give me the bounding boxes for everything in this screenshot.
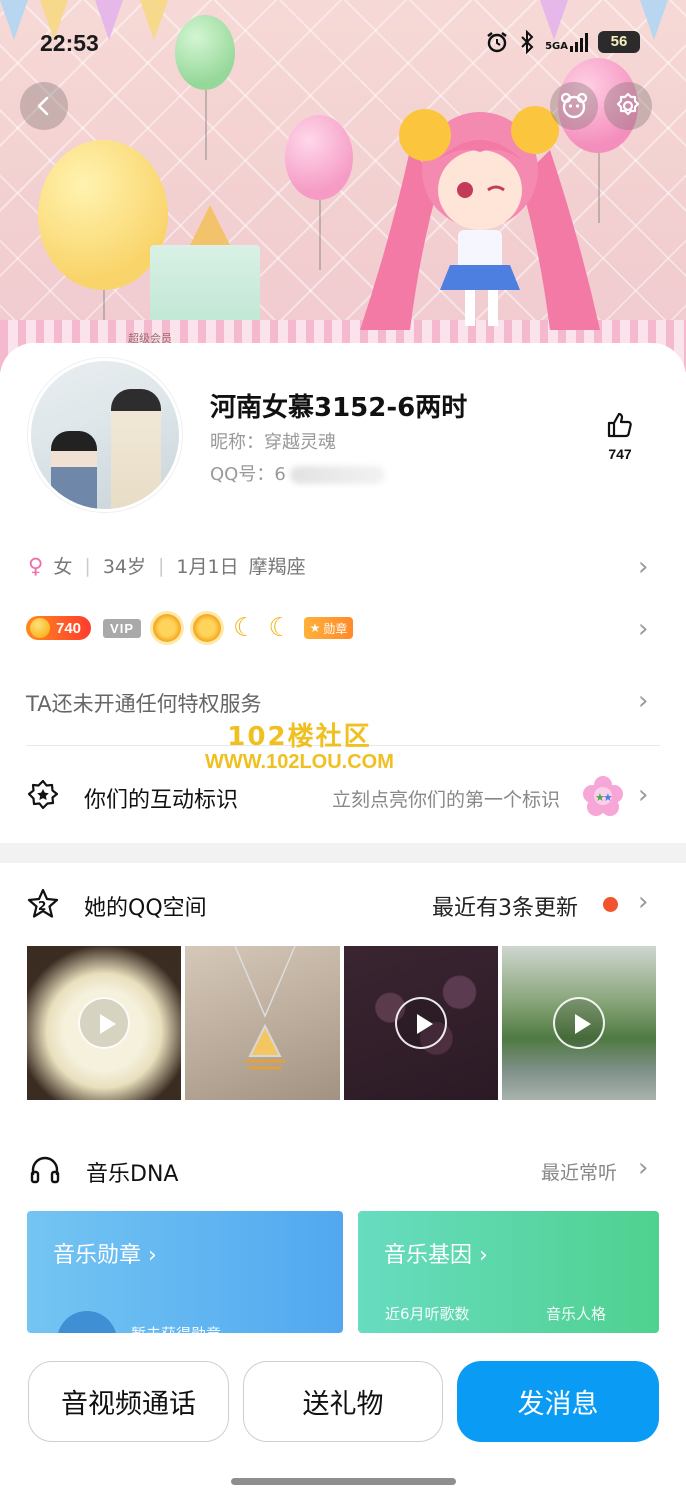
thumbs-up-icon [607, 412, 632, 438]
qzone-star-icon: 2 [27, 888, 59, 918]
music-badge-card[interactable]: 音乐勋章 › 暂未获得勋章 [27, 1211, 343, 1333]
sun-icon [153, 614, 181, 642]
age-text: 34岁 [102, 556, 146, 578]
balloon-decoration [285, 115, 353, 270]
music-recent[interactable]: 最近常听 [541, 1158, 617, 1185]
moon-icon: ☾ [268, 613, 292, 643]
chevron-right-icon[interactable]: › [638, 780, 648, 810]
play-icon [552, 997, 605, 1049]
like-count: 747 [608, 446, 632, 462]
balloon-decoration [38, 140, 168, 360]
pet-icon [560, 92, 588, 119]
nickname-line: 昵称：穿越灵魂 [210, 428, 336, 454]
update-dot [603, 897, 618, 912]
play-icon [78, 997, 131, 1049]
pet-button[interactable] [550, 82, 598, 130]
medal-badge: ★ 勋章 [303, 617, 354, 639]
avatar[interactable] [28, 358, 182, 512]
qq-value: 6 [274, 464, 286, 485]
music-gene-card[interactable]: 音乐基因 › 近6月听歌数 音乐人格 [358, 1211, 659, 1333]
flower-icon: ★★ [583, 776, 623, 816]
house-decoration [150, 205, 260, 330]
battery-icon: 56 [598, 31, 640, 53]
status-time: 22:53 [40, 30, 99, 56]
chevron-right-icon[interactable]: › [638, 614, 648, 644]
qzone-thumbnail[interactable] [27, 946, 182, 1100]
play-icon [394, 997, 447, 1049]
video-call-button[interactable]: 音视频通话 [28, 1361, 229, 1442]
music-title[interactable]: 音乐DNA [86, 1156, 178, 1188]
section-separator [0, 843, 686, 863]
vip-badge: VIP [103, 618, 141, 638]
gender-text: 女 [53, 556, 73, 578]
star-icon: ★ [309, 621, 321, 635]
separator: | [158, 554, 165, 577]
badge-star-icon [27, 779, 59, 810]
level-badge: 740 [26, 616, 92, 640]
qzone-thumbnails [27, 946, 656, 1100]
status-bar: 22:53 5GA 56 [0, 0, 686, 88]
zodiac-text: 摩羯座 [248, 556, 306, 578]
badges-row[interactable]: 740 VIP ☾ ☾ ★ 勋章 [26, 613, 354, 643]
send-message-button[interactable]: 发消息 [457, 1361, 659, 1442]
avatar-figure [111, 389, 161, 509]
music-gene-title: 音乐基因 › [384, 1243, 488, 1268]
site-watermark: 102楼社区 WWW.102LOU.COM [205, 724, 394, 772]
status-icons: 5GA 56 [485, 30, 640, 54]
like-button[interactable]: 747 [600, 410, 640, 462]
nickname-value: 穿越灵魂 [264, 432, 336, 453]
qzone-thumbnail[interactable] [185, 946, 340, 1100]
separator: | [84, 554, 91, 577]
qq-redaction [289, 466, 385, 484]
qq-label: QQ号： [210, 464, 275, 485]
back-icon [37, 96, 49, 116]
gear-icon [616, 92, 640, 116]
watermark-url: WWW.102LOU.COM [205, 751, 394, 773]
svg-text:★: ★ [603, 791, 613, 804]
chevron-right-icon[interactable]: › [638, 686, 648, 716]
chevron-right-icon[interactable]: › [638, 552, 648, 582]
qzone-updates[interactable]: 最近有3条更新 [432, 890, 578, 922]
medal-label: 勋章 [323, 621, 348, 636]
music-gene-stat: 近6月听歌数 [385, 1305, 470, 1323]
birthday-text: 1月1日 [176, 556, 239, 578]
avatar-figure [51, 431, 97, 509]
chevron-right-icon[interactable]: › [638, 887, 648, 917]
medal-star-icon [57, 1311, 117, 1333]
back-button[interactable] [20, 82, 68, 130]
chevron-right-icon[interactable]: › [638, 1153, 648, 1183]
music-gene-stat: 音乐人格 [546, 1305, 607, 1323]
level-value: 740 [56, 619, 82, 637]
basic-info-row[interactable]: ♀ 女 | 34岁 | 1月1日 摩羯座 [28, 552, 306, 579]
bluetooth-icon [521, 30, 534, 54]
svg-text:2: 2 [38, 899, 46, 913]
female-icon: ♀ [28, 553, 44, 578]
headphones-icon [30, 1156, 60, 1184]
signal-icon: 5GA [545, 32, 588, 52]
music-badge-sub: 暂未获得勋章 [131, 1323, 221, 1333]
interaction-title[interactable]: 你们的互动标识 [84, 782, 238, 814]
necklace-image [234, 946, 296, 1070]
profile-name: 河南女慕3152-6两时 [210, 393, 468, 423]
nickname-label: 昵称： [210, 432, 264, 453]
settings-button[interactable] [604, 82, 652, 130]
watermark-title: 102楼社区 [227, 722, 372, 752]
send-gift-button[interactable]: 送礼物 [243, 1361, 443, 1442]
qzone-thumbnail[interactable] [501, 946, 656, 1100]
music-badge-title: 音乐勋章 › [53, 1243, 157, 1268]
network-label: 5GA [545, 41, 568, 52]
interaction-hint[interactable]: 立刻点亮你们的第一个标识 [332, 785, 560, 812]
qq-line: QQ号：6 [210, 460, 385, 486]
moon-icon: ☾ [233, 613, 257, 643]
qzone-thumbnail[interactable] [343, 946, 498, 1100]
home-indicator[interactable] [231, 1478, 456, 1485]
coin-icon [30, 618, 50, 638]
sun-icon [193, 614, 221, 642]
privilege-text[interactable]: TA还未开通任何特权服务 [26, 688, 262, 718]
qzone-title[interactable]: 她的QQ空间 [84, 890, 207, 922]
alarm-icon [487, 32, 507, 53]
